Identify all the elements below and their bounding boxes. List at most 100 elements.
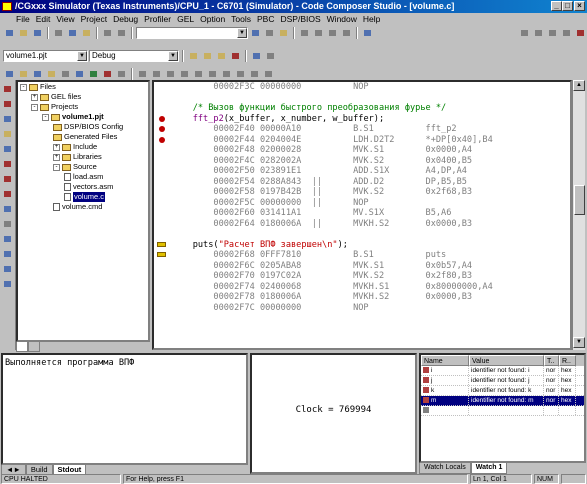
new-file-icon[interactable] (3, 27, 16, 39)
menu-view[interactable]: View (53, 14, 77, 24)
watch-row[interactable]: i identifier not found: i nor hex (421, 366, 584, 376)
memory-icon[interactable] (3, 68, 16, 80)
tree-item[interactable]: vectors.asm (18, 182, 148, 192)
find-files-icon[interactable] (277, 27, 290, 39)
close-button[interactable]: × (574, 1, 585, 11)
tree-item[interactable]: - Files (18, 82, 148, 92)
menu-tools[interactable]: Tools (228, 14, 254, 24)
tab-watch-1[interactable]: Watch 1 (470, 463, 508, 474)
breakpoint-icon[interactable] (574, 27, 587, 39)
halt-icon[interactable] (1, 98, 14, 110)
tree-item[interactable]: + GEL files (18, 92, 148, 102)
help-icon[interactable] (361, 27, 374, 39)
single-step-icon[interactable] (1, 128, 14, 140)
code-line[interactable]: puts("Расчет ВПФ завершен\n"); (172, 240, 493, 251)
probe-point-arrow-icon[interactable] (157, 241, 166, 247)
build-icon[interactable] (201, 50, 214, 62)
copy-icon[interactable] (66, 27, 79, 39)
expand-icon[interactable]: + (53, 153, 60, 161)
rebuild-all-icon[interactable] (215, 50, 228, 62)
code-line[interactable]: 00002F7C 00000000 NOP (172, 303, 493, 314)
undo-icon[interactable] (101, 27, 114, 39)
tree-item[interactable]: volume.cmd (18, 202, 148, 212)
code-line[interactable]: 00002F6C 0205ABA8 MVK.S1 0x0b57,A4 (172, 261, 493, 272)
registers-icon[interactable] (17, 68, 30, 80)
menu-option[interactable]: Option (197, 14, 228, 24)
toggle-breakpoint-icon[interactable] (1, 218, 14, 230)
redo-icon[interactable] (115, 27, 128, 39)
code-line[interactable] (172, 229, 493, 240)
bookmark-clear-icon[interactable] (340, 27, 353, 39)
find-next-icon[interactable] (263, 27, 276, 39)
maximize-button[interactable]: □ (562, 1, 573, 11)
source-editor[interactable]: 00002F3C 00000000 NOP /* Вызов функции б… (152, 80, 572, 350)
code-line[interactable]: 00002F48 02000028 MVK.S1 0x0000,A4 (172, 145, 493, 156)
code-line[interactable]: 00002F60 031411A1 MV.S1X B5,A6 (172, 208, 493, 219)
load-program-icon[interactable] (250, 50, 263, 62)
project-combo[interactable]: volume1.pjt ▼ (3, 49, 88, 62)
tree-item[interactable]: + Include (18, 142, 148, 152)
view-memory-icon[interactable] (1, 233, 14, 245)
collapse-icon[interactable]: - (42, 113, 49, 121)
tree-item[interactable]: volume.c (18, 192, 148, 202)
code-line[interactable]: 00002F50 023891E1 ADD.S1X A4,DP,A4 (172, 166, 493, 177)
step-over-icon[interactable] (532, 27, 545, 39)
bookmark-prev-icon[interactable] (326, 27, 339, 39)
expand-icon[interactable]: + (31, 93, 38, 101)
collapse-icon[interactable]: - (53, 163, 60, 171)
bookmark-next-icon[interactable] (312, 27, 325, 39)
bookmark-icon[interactable] (298, 27, 311, 39)
profile-icon[interactable] (101, 68, 114, 80)
step-out-side-icon[interactable] (1, 188, 14, 200)
watch-row[interactable]: k identifier not found: k nor hex (421, 386, 584, 396)
graph-icon[interactable] (73, 68, 86, 80)
breakpoint-icon[interactable] (159, 126, 165, 132)
expand-icon[interactable]: + (53, 143, 60, 151)
probe-point-arrow-icon[interactable] (157, 252, 166, 257)
find-combo[interactable]: ▼ (136, 26, 248, 39)
code-line[interactable]: 00002F74 02400068 MVKH.S1 0x80000000,A4 (172, 282, 492, 293)
code-line[interactable]: 00002F54 0288A843 || ADD.D2 DP,B5,B5 (172, 177, 493, 188)
breakpoint-icon[interactable] (159, 136, 165, 143)
bios-message-log-icon[interactable] (262, 68, 275, 80)
code-line[interactable]: 00002F58 0197B42B || MVK.S2 0x2f68,B3 (172, 187, 493, 198)
menu-debug[interactable]: Debug (110, 14, 141, 24)
watch-column-header[interactable]: T.. (544, 355, 559, 366)
menu-edit[interactable]: Edit (33, 14, 54, 24)
menu-pbc[interactable]: PBC (254, 14, 277, 24)
open-folder-icon[interactable] (17, 27, 30, 39)
watch-row[interactable]: m identifier not found: m nor hex (421, 396, 584, 406)
code-line[interactable]: 00002F3C 00000000 NOP (172, 82, 493, 93)
bios-config-icon[interactable] (136, 68, 149, 80)
view-disasm-icon[interactable] (1, 263, 14, 275)
file-view-tab[interactable] (16, 342, 28, 352)
tree-item[interactable]: - volume1.pjt (18, 112, 148, 122)
tree-item[interactable]: - Projects (18, 102, 148, 112)
tree-item[interactable]: + Libraries (18, 152, 148, 162)
bios-host-channel-icon[interactable] (234, 68, 247, 80)
tree-item[interactable]: Generated Files (18, 132, 148, 142)
watch-column-header[interactable]: Value (469, 355, 544, 366)
find-icon[interactable] (249, 27, 262, 39)
code-line[interactable] (172, 93, 493, 104)
code-line[interactable]: 00002F70 0197C02A MVK.S2 0x2f80,B3 (172, 271, 493, 282)
watch-column-header[interactable]: Name (421, 355, 469, 366)
watch-icon[interactable] (45, 68, 58, 80)
code-line[interactable]: 00002F4C 0282002A MVK.S2 0x0400,B5 (172, 156, 493, 167)
menu-project[interactable]: Project (78, 14, 110, 24)
step-out-icon[interactable] (546, 27, 559, 39)
bios-kernel-icon[interactable] (220, 68, 233, 80)
step-asm-icon[interactable] (1, 143, 14, 155)
bios-stats-icon[interactable] (150, 68, 163, 80)
watch-column-header[interactable]: R.. (559, 355, 576, 366)
bios-cpu-load-icon[interactable] (206, 68, 219, 80)
animate-icon[interactable] (1, 113, 14, 125)
watch-new-row[interactable] (421, 406, 584, 416)
bios-log-icon[interactable] (164, 68, 177, 80)
editor-vertical-scrollbar[interactable]: ▲ ▼ (572, 80, 585, 350)
breakpoint-icon[interactable] (159, 115, 165, 122)
scroll-down-icon[interactable]: ▼ (573, 337, 585, 348)
minimize-button[interactable]: _ (551, 1, 562, 11)
menu-gel[interactable]: GEL (174, 14, 197, 24)
code-line[interactable]: 00002F40 00000A10 B.S1 fft_p2 (172, 124, 493, 135)
